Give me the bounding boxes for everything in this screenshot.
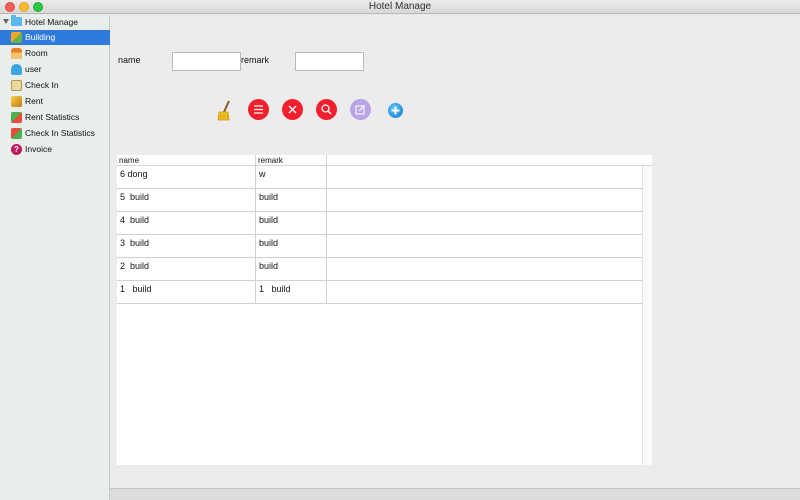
user-icon bbox=[11, 64, 22, 75]
cell-name: 3 build bbox=[117, 235, 256, 258]
rent-statistics-icon bbox=[11, 112, 22, 123]
window-title: Hotel Manage bbox=[368, 1, 432, 12]
sidebar-item-label: Check In Statistics bbox=[25, 128, 95, 138]
column-header-name[interactable]: name bbox=[117, 155, 256, 166]
cell-name: 6 dong bbox=[117, 166, 256, 189]
sidebar-item-check-in[interactable]: Check In bbox=[0, 78, 110, 93]
search-icon bbox=[321, 104, 332, 115]
sidebar-item-building[interactable]: Building bbox=[0, 30, 110, 45]
cell-name: 4 build bbox=[117, 212, 256, 235]
sidebar-item-rent[interactable]: Rent bbox=[0, 94, 110, 109]
title-bar: Hotel Manage bbox=[0, 0, 800, 14]
tree-root-label: Hotel Manage bbox=[25, 17, 78, 27]
clear-button[interactable] bbox=[215, 99, 236, 122]
tree-root-hotel-manage[interactable]: Hotel Manage bbox=[0, 15, 110, 29]
sidebar-item-rent-statistics[interactable]: Rent Statistics bbox=[0, 110, 110, 125]
disclosure-triangle-icon[interactable] bbox=[3, 19, 9, 24]
main-panel: name remark name remark 6 dong w 5 build… bbox=[111, 15, 800, 488]
cell-remark: build bbox=[256, 235, 327, 258]
remark-input[interactable] bbox=[295, 52, 364, 71]
sidebar-item-label: Building bbox=[25, 32, 56, 42]
sidebar-item-label: Rent bbox=[25, 96, 43, 106]
building-table: name remark 6 dong w 5 build build 4 bui… bbox=[117, 155, 652, 465]
search-button[interactable] bbox=[316, 99, 337, 120]
list-all-button[interactable] bbox=[248, 99, 269, 120]
name-input[interactable] bbox=[172, 52, 241, 71]
column-header-remark[interactable]: remark bbox=[256, 155, 327, 166]
table-row[interactable]: 3 build build bbox=[117, 235, 642, 258]
check-in-icon bbox=[11, 80, 22, 91]
remark-label: remark bbox=[241, 55, 270, 65]
cell-remark: 1 build bbox=[256, 281, 327, 304]
folder-icon bbox=[11, 15, 22, 26]
sidebar-item-label: Invoice bbox=[25, 144, 52, 154]
delete-button[interactable] bbox=[282, 99, 303, 120]
list-icon bbox=[254, 105, 263, 114]
sidebar-item-label: Check In bbox=[25, 80, 59, 90]
table-row[interactable]: 4 build build bbox=[117, 212, 642, 235]
table-row[interactable]: 5 build build bbox=[117, 189, 642, 212]
cell-name: 2 build bbox=[117, 258, 256, 281]
bottom-status-bar bbox=[110, 488, 800, 500]
sidebar-tree: Hotel Manage Building Room user Check In… bbox=[0, 15, 110, 500]
table-row[interactable]: 6 dong w bbox=[117, 166, 642, 189]
check-in-statistics-icon bbox=[11, 128, 22, 139]
cell-remark: w bbox=[256, 166, 327, 189]
table-row[interactable]: 1 build 1 build bbox=[117, 281, 642, 304]
room-icon bbox=[11, 48, 22, 59]
edit-icon bbox=[355, 104, 366, 115]
cell-remark: build bbox=[256, 189, 327, 212]
add-button[interactable] bbox=[388, 103, 403, 118]
building-icon bbox=[11, 32, 22, 43]
name-label: name bbox=[118, 55, 141, 65]
broom-icon bbox=[217, 100, 230, 121]
add-icon bbox=[391, 106, 400, 115]
table-row[interactable]: 2 build build bbox=[117, 258, 642, 281]
sidebar-item-label: Rent Statistics bbox=[25, 112, 80, 122]
sidebar-item-user[interactable]: user bbox=[0, 62, 110, 77]
cell-name: 5 build bbox=[117, 189, 256, 212]
sidebar-item-label: Room bbox=[25, 48, 48, 58]
cell-remark: build bbox=[256, 258, 327, 281]
cell-remark: build bbox=[256, 212, 327, 235]
sidebar-item-invoice[interactable]: ? Invoice bbox=[0, 142, 110, 157]
sidebar-item-label: user bbox=[25, 64, 42, 74]
edit-button[interactable] bbox=[350, 99, 371, 120]
rent-icon bbox=[11, 96, 22, 107]
sidebar-item-room[interactable]: Room bbox=[0, 46, 110, 61]
vertical-scrollbar[interactable] bbox=[642, 166, 652, 465]
sidebar-item-check-in-statistics[interactable]: Check In Statistics bbox=[0, 126, 110, 141]
invoice-icon: ? bbox=[11, 144, 22, 155]
cell-name: 1 build bbox=[117, 281, 256, 304]
table-header: name remark bbox=[117, 155, 652, 166]
close-icon bbox=[288, 105, 297, 114]
